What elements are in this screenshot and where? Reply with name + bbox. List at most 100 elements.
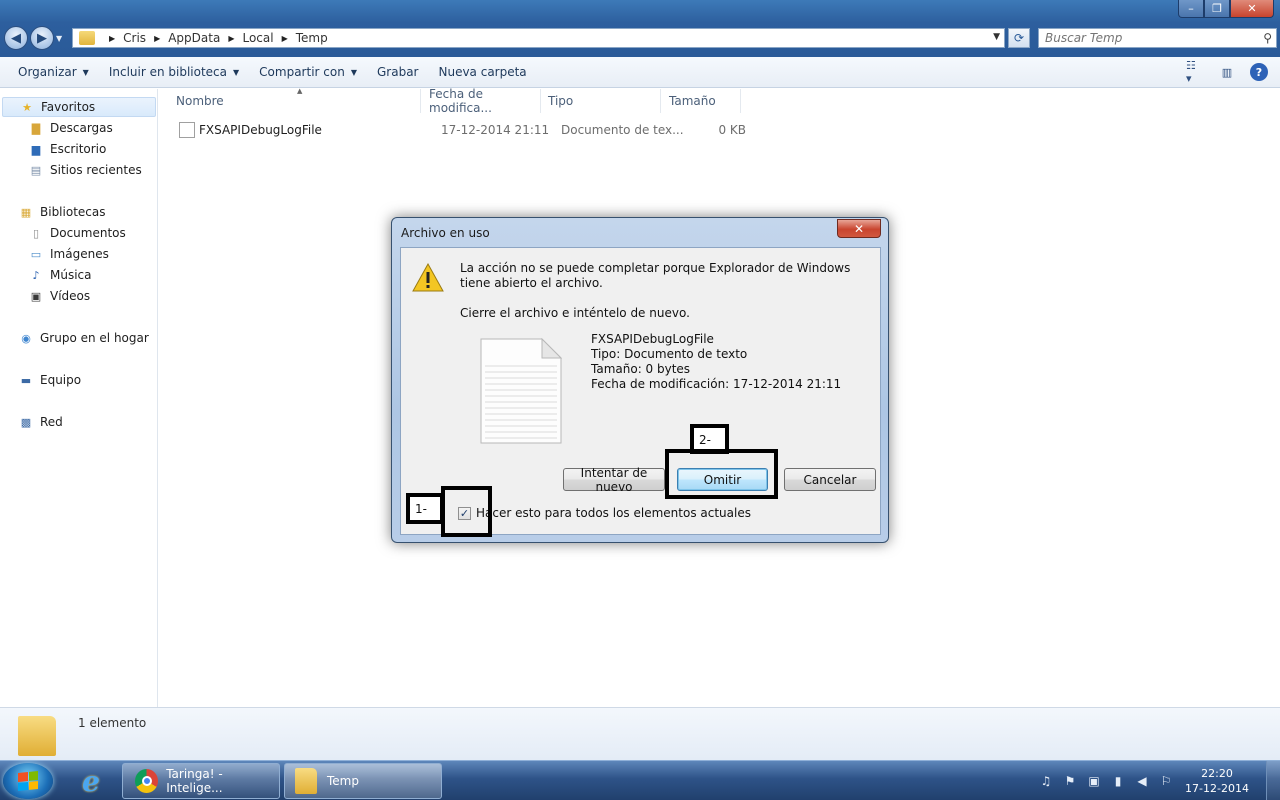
sidebar-item-favorites[interactable]: ★ Favoritos: [2, 97, 156, 117]
help-icon[interactable]: ?: [1250, 63, 1268, 81]
view-options-icon[interactable]: ☷ ▾: [1186, 59, 1204, 85]
share-with-menu[interactable]: Compartir con ▼: [249, 65, 367, 79]
sidebar-item-label: Documentos: [50, 226, 126, 240]
libraries-icon: ▦: [20, 205, 32, 219]
sidebar-item-homegroup[interactable]: ◉ Grupo en el hogar: [18, 328, 149, 348]
new-folder-button[interactable]: Nueva carpeta: [428, 65, 536, 79]
sidebar-item-label: Escritorio: [50, 142, 107, 156]
sidebar-item-desktop[interactable]: ▆ Escritorio: [28, 139, 107, 159]
preview-pane-icon[interactable]: ▥: [1218, 63, 1236, 81]
taskbar: e Taringa! - Intelige... Temp ♫ ⚑ ▣ ▮ ◀ …: [0, 760, 1280, 800]
sidebar-item-documents[interactable]: ▯ Documentos: [28, 223, 126, 243]
network-icon: ▩: [20, 415, 32, 429]
volume-icon[interactable]: ◀: [1134, 774, 1150, 788]
column-header-size[interactable]: Tamaño: [661, 89, 741, 113]
column-header-name[interactable]: ▲ Nombre: [159, 87, 421, 113]
refresh-button[interactable]: ⟳: [1008, 28, 1030, 48]
homegroup-icon: ◉: [21, 331, 31, 345]
sidebar-item-label: Descargas: [50, 121, 113, 135]
column-header-date[interactable]: Fecha de modifica...: [421, 87, 541, 115]
sidebar-item-network[interactable]: ▩ Red: [18, 412, 63, 432]
dialog-message: La acción no se puede completar porque E…: [460, 261, 851, 290]
sidebar-item-label: Equipo: [40, 373, 82, 387]
taskbar-item-explorer[interactable]: Temp: [284, 763, 442, 799]
annotation-box-checkbox: [441, 486, 492, 537]
folder-icon: [79, 31, 95, 45]
annotation-label-1: 1-: [406, 493, 444, 524]
annotation-text-2: 2-: [699, 433, 711, 447]
downloads-icon: ▇: [31, 121, 41, 135]
music-icon: ♪: [32, 268, 40, 282]
signal-icon[interactable]: ▮: [1110, 774, 1126, 788]
sidebar-item-music[interactable]: ♪ Música: [28, 265, 91, 285]
file-row[interactable]: FXSAPIDebugLogFile 17-12-2014 21:11 Docu…: [159, 119, 746, 141]
taskbar-item-label: Taringa! - Intelige...: [166, 767, 223, 795]
search-icon[interactable]: ⚲: [1263, 31, 1272, 45]
recent-pages-dropdown[interactable]: ▼: [56, 26, 68, 50]
notification-icon[interactable]: ♫: [1038, 774, 1054, 788]
column-headers: ▲ Nombre Fecha de modifica... Tipo Tamañ…: [159, 87, 741, 115]
column-header-label: Fecha de modifica...: [429, 87, 492, 115]
device-icon[interactable]: ▣: [1086, 774, 1102, 788]
close-window-button[interactable]: ✕: [1230, 0, 1274, 18]
breadcrumb-local[interactable]: Local: [242, 31, 273, 45]
show-desktop-button[interactable]: [1266, 761, 1280, 800]
sidebar-item-computer[interactable]: ▬ Equipo: [18, 370, 81, 390]
maximize-button[interactable]: ❐: [1204, 0, 1230, 18]
sidebar-item-videos[interactable]: ▣ Vídeos: [28, 286, 90, 306]
start-button[interactable]: [3, 763, 53, 799]
sidebar-item-libraries[interactable]: ▦ Bibliotecas: [18, 202, 106, 222]
burn-button[interactable]: Grabar: [367, 65, 429, 79]
text-document-icon: [480, 338, 562, 444]
status-bar: 1 elemento: [0, 707, 1280, 760]
minimize-button[interactable]: –: [1178, 0, 1204, 18]
sidebar-item-downloads[interactable]: ▇ Descargas: [28, 118, 113, 138]
address-dropdown-icon[interactable]: ▼: [993, 32, 1000, 42]
folder-icon: [295, 768, 317, 794]
action-center-icon[interactable]: ⚑: [1062, 774, 1078, 788]
folder-icon: [18, 716, 56, 756]
breadcrumb-separator-icon[interactable]: ▶: [228, 34, 234, 43]
chevron-down-icon: ▼: [350, 67, 357, 77]
breadcrumb-appdata[interactable]: AppData: [168, 31, 220, 45]
view-tools: ☷ ▾ ▥ ?: [1172, 59, 1268, 85]
apply-to-all-label[interactable]: Hacer esto para todos los elementos actu…: [476, 506, 751, 520]
clock[interactable]: 22:20 17-12-2014: [1182, 766, 1252, 796]
forward-button[interactable]: ▶: [30, 26, 54, 50]
chevron-down-icon: ▼: [233, 67, 240, 77]
file-type: Documento de tex...: [561, 123, 684, 137]
dialog-close-button[interactable]: ✕: [837, 219, 881, 238]
videos-icon: ▣: [30, 289, 42, 303]
organize-label: Organizar: [18, 65, 77, 79]
breadcrumb-separator-icon[interactable]: ▶: [282, 34, 288, 43]
chrome-icon: [135, 769, 159, 793]
address-bar[interactable]: ▶ Cris ▶ AppData ▶ Local ▶ Temp ▼: [72, 28, 1005, 48]
column-header-type[interactable]: Tipo: [541, 89, 661, 113]
breadcrumb-cris[interactable]: Cris: [123, 31, 146, 45]
sidebar-item-label: Bibliotecas: [40, 205, 106, 219]
back-button[interactable]: ◀: [4, 26, 28, 50]
detail-file-type: Tipo: Documento de texto: [591, 347, 748, 361]
sort-ascending-icon: ▲: [297, 87, 303, 95]
navigation-pane: ★ Favoritos ▇ Descargas ▆ Escritorio ▤ S…: [0, 89, 158, 707]
include-in-library-menu[interactable]: Incluir en biblioteca ▼: [99, 65, 249, 79]
file-details: FXSAPIDebugLogFile Tipo: Documento de te…: [591, 332, 841, 392]
cancel-button[interactable]: Cancelar: [784, 468, 876, 491]
taskbar-item-chrome[interactable]: Taringa! - Intelige...: [122, 763, 280, 799]
organize-menu[interactable]: Organizar ▼: [0, 65, 99, 79]
sidebar-item-label: Grupo en el hogar: [40, 331, 149, 345]
search-input[interactable]: [1039, 29, 1276, 47]
internet-explorer-icon[interactable]: e: [72, 764, 110, 798]
sidebar-item-recent-places[interactable]: ▤ Sitios recientes: [28, 160, 142, 180]
breadcrumb-separator-icon[interactable]: ▶: [109, 34, 115, 43]
breadcrumb-separator-icon[interactable]: ▶: [154, 34, 160, 43]
annotation-box-skip: [665, 449, 778, 499]
search-box: ⚲: [1038, 28, 1277, 48]
breadcrumb-temp[interactable]: Temp: [296, 31, 328, 45]
detail-file-name: FXSAPIDebugLogFile: [591, 332, 714, 346]
include-in-library-label: Incluir en biblioteca: [108, 65, 228, 79]
retry-button[interactable]: Intentar de nuevo: [563, 466, 665, 494]
flag-icon[interactable]: ⚐: [1158, 774, 1174, 788]
sidebar-item-pictures[interactable]: ▭ Imágenes: [28, 244, 109, 264]
column-header-label: Nombre: [176, 94, 224, 108]
